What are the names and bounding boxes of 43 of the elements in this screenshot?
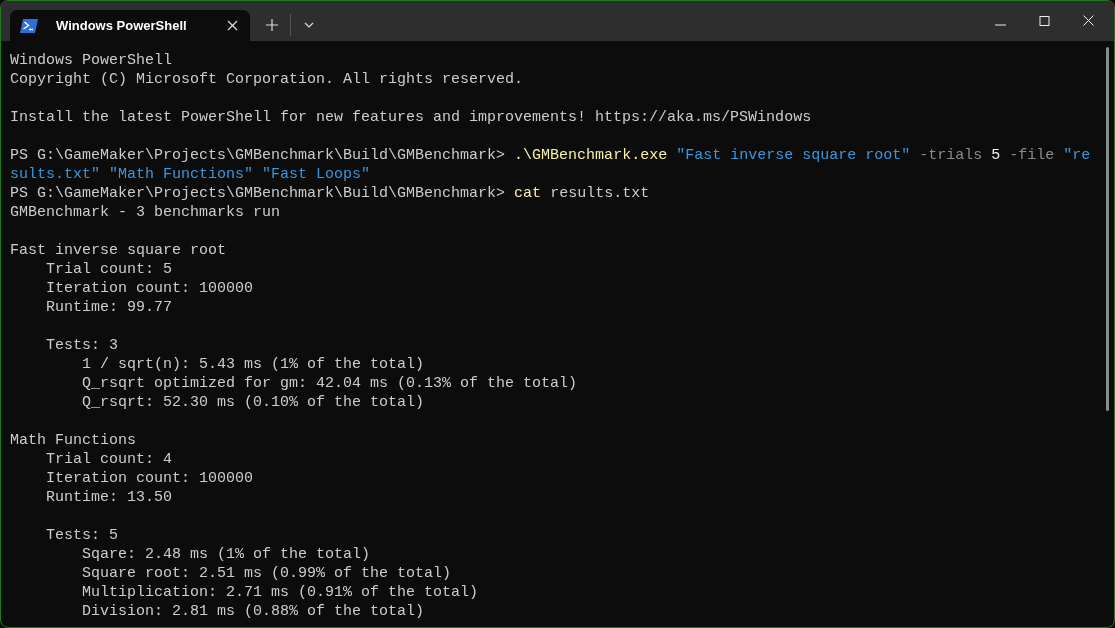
string-text: "Fast Loops" <box>262 166 371 183</box>
output-line: Sqare: 2.48 ms (1% of the total) <box>82 545 371 564</box>
new-tab-icon[interactable] <box>266 19 278 31</box>
output-line: Math Functions <box>10 431 137 450</box>
output-line: Trial count: 4 <box>46 450 173 469</box>
number-text: 5 <box>991 147 1001 164</box>
output-line: Runtime: 13.50 <box>46 488 173 507</box>
output-line: Runtime: 99.77 <box>46 298 173 317</box>
output-line: Square root: 2.51 ms (0.99% of the total) <box>82 564 452 583</box>
prompt-path: PS G:\GameMaker\Projects\GMBenchmark\Build\GMBenchmark> <box>10 185 506 202</box>
output-line: Tests: 5 <box>46 526 118 545</box>
scrollbar[interactable] <box>1106 47 1109 411</box>
output-line: Windows PowerShell <box>10 51 173 70</box>
close-icon[interactable] <box>1083 15 1094 26</box>
output-line: Multiplication: 2.71 ms (0.91% of the total) <box>82 583 479 602</box>
command-text: cat <box>514 185 542 202</box>
output-line: 1 / sqrt(n): 5.43 ms (1% of the total) <box>82 355 425 374</box>
chevron-down-icon[interactable] <box>304 22 314 28</box>
terminal-tab[interactable]: Windows PowerShell <box>10 10 250 41</box>
output-line: Q_rsqrt optimized for gm: 42.04 ms (0.13% of the total) <box>82 374 578 393</box>
output-line: GMBenchmark - 3 benchmarks run <box>10 203 281 222</box>
parameter-text: -trials <box>919 147 983 164</box>
output-line: Iteration count: 100000 <box>46 469 254 488</box>
close-tab-icon[interactable] <box>227 20 238 31</box>
output-line: Install the latest PowerShell for new features and improvements! https://aka.ms/PSWindows <box>10 108 812 127</box>
output-line: Tests: 3 <box>46 336 118 355</box>
output-line: Copyright (C) Microsoft Corporation. All rights reserved. <box>10 70 524 89</box>
string-text: sults.txt" <box>10 166 100 183</box>
string-text: "re <box>1063 147 1091 164</box>
string-text: "Fast inverse square root" <box>676 147 911 164</box>
string-text: "Math Functions" <box>109 166 254 183</box>
output-line: Q_rsqrt: 52.30 ms (0.10% of the total) <box>82 393 425 412</box>
parameter-text: -file <box>1009 147 1055 164</box>
output-line: Iteration count: 100000 <box>46 279 254 298</box>
output-line: Division: 2.81 ms (0.88% of the total) <box>82 602 425 621</box>
output-line: Trial count: 5 <box>46 260 173 279</box>
tab-title: Windows PowerShell <box>56 18 188 33</box>
powershell-icon <box>20 18 38 33</box>
argument-text: results.txt <box>550 185 650 202</box>
output-line: Fast inverse square root <box>10 241 227 260</box>
maximize-icon[interactable] <box>1039 16 1050 26</box>
command-text: .\GMBenchmark.exe <box>514 147 668 164</box>
prompt-path: PS G:\GameMaker\Projects\GMBenchmark\Build\GMBenchmark> <box>10 147 506 164</box>
